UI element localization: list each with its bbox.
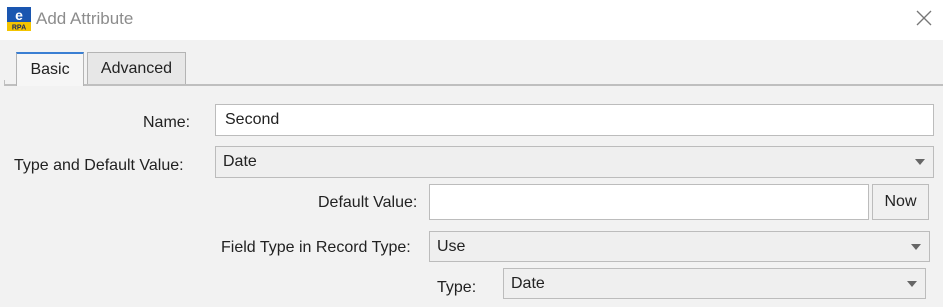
type-default-select[interactable]: Date (215, 146, 934, 178)
close-button[interactable] (912, 8, 936, 32)
default-value-input[interactable] (429, 184, 869, 220)
type-select-value: Date (511, 274, 545, 292)
name-label: Name: (143, 114, 191, 131)
erpa-app-icon: e RPA (7, 7, 31, 32)
chevron-down-icon (915, 159, 925, 165)
type-default-label: Type and Default Value: (14, 157, 184, 174)
svg-text:e: e (15, 7, 23, 23)
tab-basic-label: Basic (30, 61, 70, 78)
title-bar: e RPA Add Attribute (0, 0, 943, 40)
tab-basic[interactable]: Basic (16, 52, 84, 86)
active-tab-gap (17, 84, 83, 86)
chevron-down-icon (911, 243, 921, 250)
svg-text:RPA: RPA (12, 25, 26, 32)
type-default-select-value: Date (223, 153, 257, 170)
type-label: Type: (437, 279, 477, 296)
field-type-select-value: Use (437, 237, 466, 255)
default-value-label: Default Value: (318, 194, 418, 211)
tab-strip: Basic Advanced (0, 40, 943, 88)
tab-advanced-label: Advanced (100, 59, 173, 77)
window-title: Add Attribute (36, 9, 134, 28)
field-type-label: Field Type in Record Type: (221, 239, 411, 256)
tab-baseline (4, 84, 943, 86)
now-button[interactable]: Now (872, 184, 929, 220)
now-button-label: Now (884, 193, 917, 210)
close-icon (916, 10, 932, 31)
field-type-select[interactable]: Use (429, 231, 930, 262)
tab-advanced[interactable]: Advanced (87, 52, 186, 84)
name-input-value: Second (225, 111, 280, 128)
chevron-down-icon (907, 280, 917, 287)
type-select[interactable]: Date (503, 268, 926, 299)
name-input[interactable]: Second (215, 104, 934, 136)
